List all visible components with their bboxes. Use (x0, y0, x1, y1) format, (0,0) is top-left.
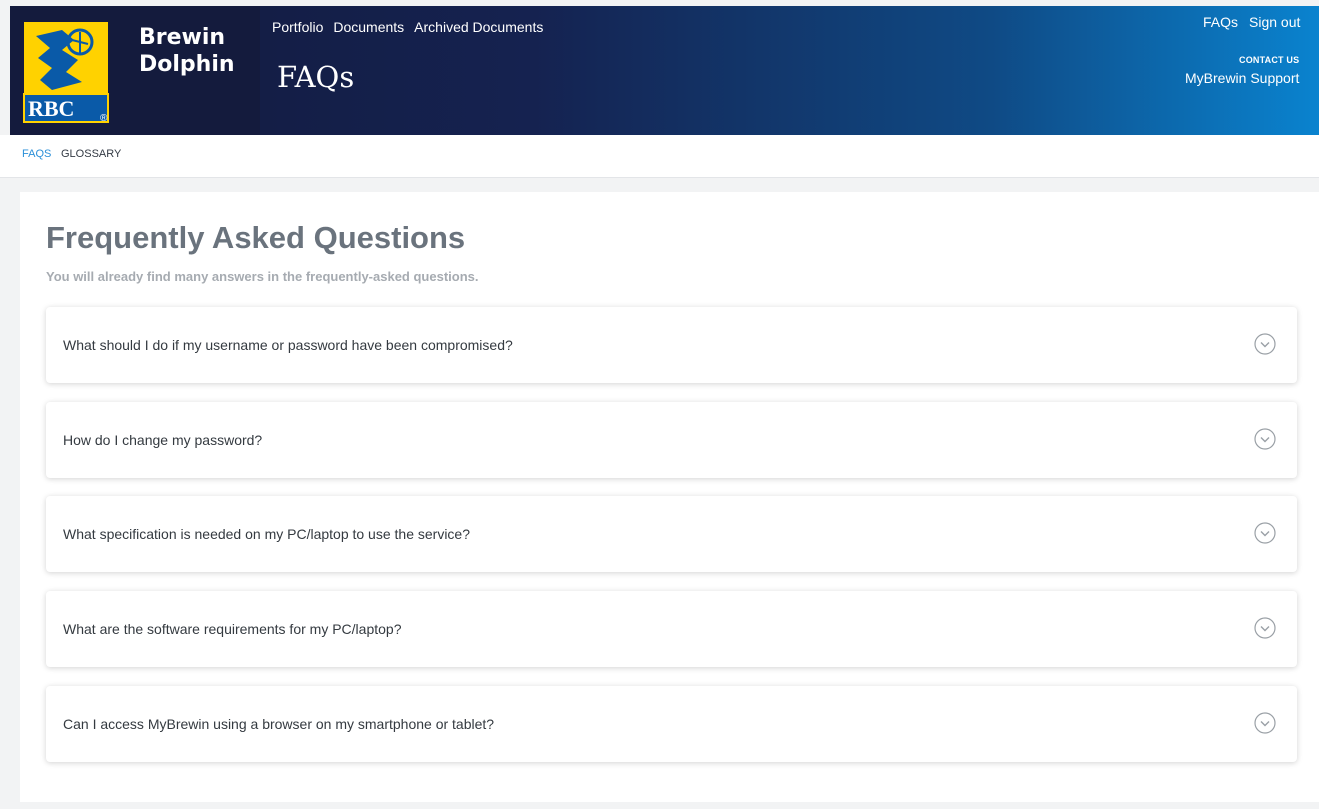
faq-question: Can I access MyBrewin using a browser on… (63, 716, 495, 732)
faq-item[interactable]: What should I do if my username or passw… (46, 307, 1297, 383)
faq-item[interactable]: What are the software requirements for m… (46, 591, 1297, 667)
faq-question: What specification is needed on my PC/la… (63, 526, 470, 542)
chevron-down-circle-icon[interactable] (1254, 333, 1276, 355)
faq-question: What are the software requirements for m… (63, 621, 402, 637)
rbc-shield-icon: RBC ® (23, 22, 109, 124)
faq-question: How do I change my password? (63, 432, 263, 448)
nav-portfolio[interactable]: Portfolio (272, 19, 323, 35)
faq-item[interactable]: Can I access MyBrewin using a browser on… (46, 686, 1297, 762)
contact-us-label: CONTACT US (1239, 55, 1300, 65)
support-link[interactable]: MyBrewin Support (1185, 70, 1299, 86)
faq-item[interactable]: How do I change my password? (46, 402, 1297, 478)
utility-links: FAQs Sign out (1203, 14, 1319, 30)
faq-item[interactable]: What specification is needed on my PC/la… (46, 496, 1297, 572)
sign-out-link[interactable]: Sign out (1249, 14, 1300, 30)
logo-block[interactable]: RBC ® Brewin Dolphin (10, 6, 260, 135)
chevron-down-circle-icon[interactable] (1254, 617, 1276, 639)
faqs-link[interactable]: FAQs (1203, 14, 1238, 30)
faq-question: What should I do if my username or passw… (63, 337, 513, 353)
faq-panel: Frequently Asked Questions You will alre… (20, 192, 1319, 802)
faq-subheading: You will already find many answers in th… (46, 269, 479, 284)
nav-documents[interactable]: Documents (333, 19, 404, 35)
chevron-down-circle-icon[interactable] (1254, 712, 1276, 734)
chevron-down-circle-icon[interactable] (1254, 522, 1276, 544)
faq-heading: Frequently Asked Questions (46, 220, 466, 255)
site-header: RBC ® Brewin Dolphin Portfolio Documents… (10, 6, 1319, 135)
page-title: FAQs (277, 60, 355, 94)
logo-mark: ® (100, 113, 108, 124)
nav-archived-documents[interactable]: Archived Documents (414, 19, 543, 35)
logo-text: RBC (28, 96, 74, 121)
sub-nav: FAQS GLOSSARY (0, 135, 1319, 178)
tab-faqs[interactable]: FAQS (22, 148, 51, 160)
main-nav: Portfolio Documents Archived Documents (272, 19, 543, 35)
brand-name: Brewin Dolphin (139, 24, 259, 78)
brand-line-1: Brewin (139, 25, 226, 50)
brand-line-2: Dolphin (139, 52, 235, 77)
tab-glossary[interactable]: GLOSSARY (61, 148, 121, 160)
chevron-down-circle-icon[interactable] (1254, 428, 1276, 450)
